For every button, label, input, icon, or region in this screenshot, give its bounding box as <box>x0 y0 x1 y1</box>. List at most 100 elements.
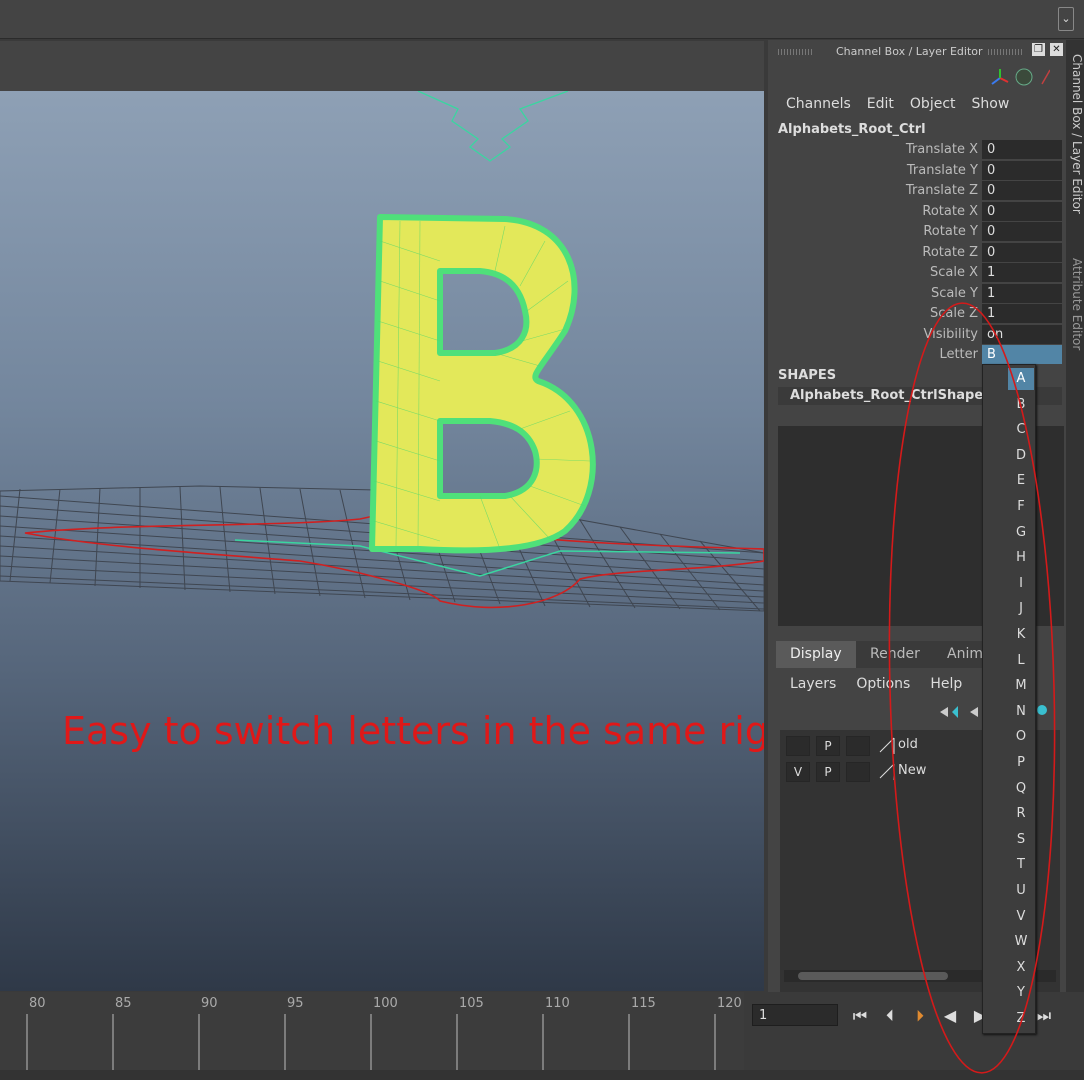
dropdown-option-e[interactable]: E <box>1008 473 1034 488</box>
layer-back-icon-2 <box>970 707 978 717</box>
tab-render[interactable]: Render <box>856 641 934 668</box>
dropdown-option-j[interactable]: J <box>1008 601 1034 616</box>
dropdown-option-q[interactable]: Q <box>1008 781 1034 796</box>
channel-value[interactable]: 0 <box>982 140 1062 159</box>
dropdown-option-y[interactable]: Y <box>1008 985 1034 1000</box>
panel-grip[interactable] <box>778 49 812 55</box>
channel-value[interactable]: 1 <box>982 304 1062 323</box>
tab-channel-box-vertical[interactable]: Channel Box / Layer Editor <box>1066 54 1084 214</box>
time-label: 100 <box>373 996 398 1011</box>
dropdown-option-l[interactable]: L <box>1008 653 1034 668</box>
key-back-icon[interactable]: ⏵ <box>908 1004 932 1028</box>
dropdown-option-z[interactable]: Z <box>1008 1011 1034 1026</box>
layer-color-icon[interactable] <box>878 762 896 780</box>
layer-type-toggle[interactable] <box>846 736 870 756</box>
layer-visibility-toggle[interactable] <box>786 736 810 756</box>
channel-value[interactable]: 1 <box>982 284 1062 303</box>
layer-playback-toggle[interactable]: P <box>816 762 840 782</box>
time-slider[interactable]: 80 85 90 95 100 105 110 115 120 <box>0 992 744 1070</box>
dropdown-option-p[interactable]: P <box>1008 755 1034 770</box>
dropdown-option-w[interactable]: W <box>1008 934 1034 949</box>
dropdown-option-f[interactable]: F <box>1008 499 1034 514</box>
channel-value[interactable]: 0 <box>982 243 1062 262</box>
menu-object[interactable]: Object <box>910 96 956 112</box>
dropdown-option-d[interactable]: D <box>1008 448 1034 463</box>
channel-label: Translate Z <box>905 183 978 198</box>
dropdown-option-v[interactable]: V <box>1008 909 1034 924</box>
panel-grip-right[interactable] <box>988 49 1022 55</box>
channel-value[interactable]: 0 <box>982 202 1062 221</box>
tab-attribute-editor-vertical[interactable]: Attribute Editor <box>1066 258 1084 350</box>
channel-value-selected[interactable]: B <box>982 345 1062 364</box>
channel-scale-y[interactable]: Scale Y 1 <box>768 284 1064 304</box>
sphere-icon <box>1015 68 1033 86</box>
dropdown-arrow-icon[interactable]: ⌄ <box>1058 7 1074 31</box>
channel-rotate-x[interactable]: Rotate X 0 <box>768 202 1064 222</box>
channel-visibility[interactable]: Visibility on <box>768 325 1064 345</box>
menu-show[interactable]: Show <box>972 96 1010 112</box>
arrow-control-curve <box>417 91 569 162</box>
channel-label: Scale Z <box>929 306 978 321</box>
layer-color-icon[interactable] <box>878 736 896 754</box>
top-toolbar: ⌄ <box>0 0 1084 39</box>
dropdown-option-u[interactable]: U <box>1008 883 1034 898</box>
time-label: 110 <box>545 996 570 1011</box>
panel-title: Channel Box / Layer Editor <box>836 45 983 58</box>
float-window-icon[interactable]: ❐ <box>1032 43 1045 56</box>
menu-options[interactable]: Options <box>856 676 910 692</box>
dropdown-option-m[interactable]: M <box>1008 678 1034 693</box>
annotation-caption: Easy to switch letters in the same rig <box>62 709 764 753</box>
axis-icon <box>991 69 1009 85</box>
dropdown-option-a[interactable]: A <box>1008 371 1034 386</box>
layer-playback-toggle[interactable]: P <box>816 736 840 756</box>
channel-letter[interactable]: Letter B <box>768 345 1064 365</box>
channel-label: Rotate Z <box>922 245 978 260</box>
object-name[interactable]: Alphabets_Root_Ctrl <box>778 122 926 137</box>
dropdown-option-r[interactable]: R <box>1008 806 1034 821</box>
layer-visibility-toggle[interactable]: V <box>786 762 810 782</box>
menu-layers[interactable]: Layers <box>790 676 836 692</box>
dropdown-option-x[interactable]: X <box>1008 960 1034 975</box>
dropdown-option-h[interactable]: H <box>1008 550 1034 565</box>
letter-dropdown-menu[interactable]: ABCDEFGHIJKLMNOPQRSTUVWXYZ <box>982 364 1036 1034</box>
layer-new-icon <box>1037 705 1047 715</box>
channel-value[interactable]: 0 <box>982 181 1062 200</box>
step-back-icon[interactable]: ⏴ <box>878 1004 902 1028</box>
dropdown-option-b[interactable]: B <box>1008 397 1034 412</box>
menu-channels[interactable]: Channels <box>786 96 851 112</box>
time-label: 80 <box>29 996 46 1011</box>
menu-help[interactable]: Help <box>930 676 962 692</box>
dropdown-option-i[interactable]: I <box>1008 576 1034 591</box>
dropdown-option-t[interactable]: T <box>1008 857 1034 872</box>
channel-translate-y[interactable]: Translate Y 0 <box>768 161 1064 181</box>
dropdown-option-o[interactable]: O <box>1008 729 1034 744</box>
play-back-icon[interactable]: ◀ <box>938 1004 962 1028</box>
menu-edit[interactable]: Edit <box>867 96 894 112</box>
dropdown-option-k[interactable]: K <box>1008 627 1034 642</box>
channel-rotate-y[interactable]: Rotate Y 0 <box>768 222 1064 242</box>
channel-value[interactable]: 1 <box>982 263 1062 282</box>
channel-rotate-z[interactable]: Rotate Z 0 <box>768 243 1064 263</box>
dropdown-option-s[interactable]: S <box>1008 832 1034 847</box>
current-frame-field[interactable]: 1 <box>752 1004 838 1026</box>
dropdown-option-n[interactable]: N <box>1008 704 1034 719</box>
channel-label: Translate Y <box>906 163 978 178</box>
time-label: 115 <box>631 996 656 1011</box>
channel-value[interactable]: 0 <box>982 161 1062 180</box>
tab-display[interactable]: Display <box>776 641 856 668</box>
layer-type-toggle[interactable] <box>846 762 870 782</box>
dropdown-option-g[interactable]: G <box>1008 525 1034 540</box>
bottom-bar <box>0 1070 1084 1080</box>
dropdown-option-c[interactable]: C <box>1008 422 1034 437</box>
close-icon[interactable]: ✕ <box>1050 43 1063 56</box>
layer-scroll-thumb[interactable] <box>798 972 948 980</box>
channel-translate-x[interactable]: Translate X 0 <box>768 140 1064 160</box>
channel-translate-z[interactable]: Translate Z 0 <box>768 181 1064 201</box>
channel-label: Letter <box>939 347 978 362</box>
go-to-start-icon[interactable]: ⏮ <box>848 1004 872 1028</box>
channel-value[interactable]: on <box>982 325 1062 344</box>
channel-value[interactable]: 0 <box>982 222 1062 241</box>
channel-scale-x[interactable]: Scale X 1 <box>768 263 1064 283</box>
channel-scale-z[interactable]: Scale Z 1 <box>768 304 1064 324</box>
viewport-3d[interactable]: Easy to switch letters in the same rig <box>0 91 764 991</box>
